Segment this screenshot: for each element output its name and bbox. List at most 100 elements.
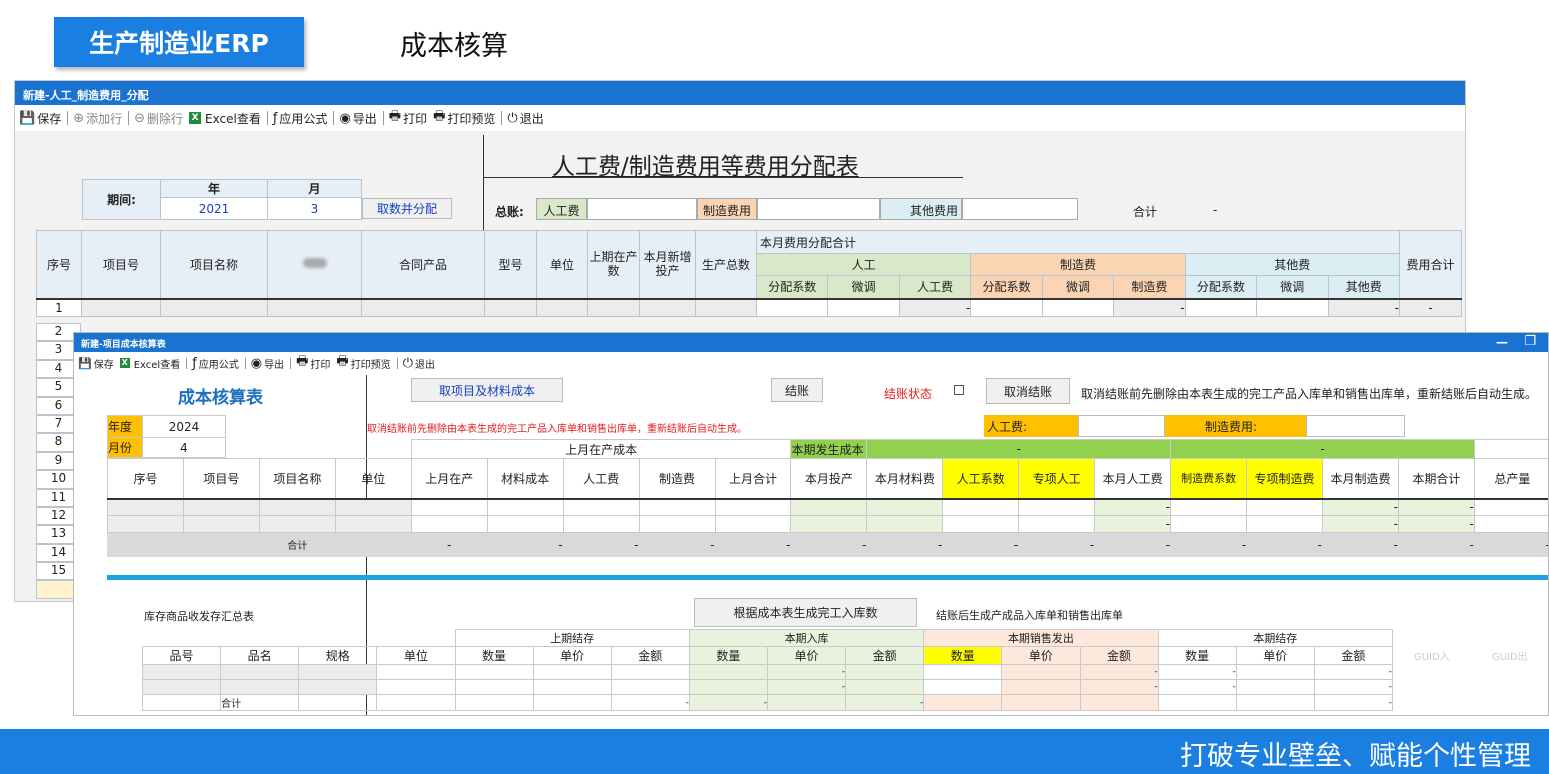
save-button[interactable]: 💾 保存 — [78, 356, 114, 371]
table-cell[interactable] — [298, 664, 378, 680]
minimize-icon[interactable]: — — [1496, 335, 1508, 349]
table-cell[interactable] — [1246, 515, 1323, 533]
table-cell[interactable] — [1473, 515, 1548, 533]
table-cell[interactable] — [639, 297, 696, 317]
table-cell[interactable] — [258, 515, 336, 533]
delete-row-button[interactable]: ⊖ 删除行 — [134, 110, 183, 127]
close-account-button[interactable]: 结账 — [771, 378, 823, 402]
table-cell[interactable] — [942, 515, 1020, 533]
restore-icon[interactable]: ❐ — [1524, 334, 1536, 349]
labor-field[interactable] — [587, 198, 697, 220]
generate-receipt-button[interactable]: 根据成本表生成完工入库数 — [694, 598, 917, 627]
table-cell[interactable] — [790, 498, 868, 516]
table-cell[interactable] — [638, 498, 716, 516]
export-button[interactable]: ◉ 导出 — [251, 356, 284, 371]
exit-button[interactable]: ⏻ 退出 — [507, 110, 543, 127]
table-cell[interactable] — [970, 297, 1043, 317]
table-cell[interactable] — [484, 297, 537, 317]
table-cell[interactable] — [755, 297, 829, 317]
print-preview-button[interactable]: 🖶 打印预览 — [433, 107, 495, 129]
table-cell[interactable] — [610, 679, 690, 695]
table-cell[interactable] — [1184, 297, 1258, 317]
table-cell[interactable] — [942, 498, 1020, 516]
table-cell[interactable] — [923, 679, 1003, 695]
table-cell[interactable] — [107, 498, 184, 516]
add-row-button[interactable]: ⊕ 添加行 — [73, 110, 122, 127]
table-cell[interactable] — [334, 498, 412, 516]
table-cell[interactable] — [532, 679, 612, 695]
export-button[interactable]: ◉ 导出 — [339, 110, 376, 127]
table-cell[interactable] — [827, 297, 900, 317]
table-cell[interactable] — [410, 515, 488, 533]
table-cell[interactable] — [845, 679, 925, 695]
apply-formula-button[interactable]: ƒ 应用公式 — [192, 356, 239, 371]
table-cell[interactable] — [587, 297, 640, 317]
table-cell[interactable] — [376, 664, 456, 680]
table-cell[interactable] — [486, 498, 564, 516]
mfg-field[interactable] — [757, 198, 880, 220]
labor-fee-field[interactable] — [1078, 415, 1165, 437]
table-cell[interactable] — [81, 297, 161, 317]
table-cell[interactable] — [1170, 515, 1248, 533]
table-cell[interactable] — [1256, 297, 1329, 317]
print-preview-button[interactable]: 🖶 打印预览 — [336, 352, 390, 374]
fetch-allocate-button[interactable]: 取数并分配 — [362, 198, 452, 219]
table-cell[interactable] — [267, 297, 362, 317]
table-cell[interactable] — [1170, 498, 1248, 516]
table-cell[interactable] — [220, 679, 300, 695]
table-cell[interactable] — [536, 297, 588, 317]
table-cell[interactable] — [1018, 498, 1096, 516]
table-cell[interactable] — [298, 679, 378, 695]
table-cell[interactable] — [845, 664, 925, 680]
table-cell[interactable] — [107, 515, 184, 533]
table-cell[interactable] — [454, 664, 534, 680]
mfg-fee-field[interactable] — [1306, 415, 1405, 437]
table-cell[interactable] — [410, 498, 488, 516]
table-cell[interactable] — [182, 498, 260, 516]
table-cell[interactable] — [695, 297, 757, 317]
table-cell[interactable] — [923, 664, 1003, 680]
table-cell[interactable] — [688, 664, 769, 680]
table-cell[interactable] — [714, 498, 792, 516]
table-cell[interactable] — [1473, 498, 1548, 516]
table-cell[interactable] — [610, 664, 690, 680]
cancel-close-button[interactable]: 取消结账 — [986, 378, 1070, 404]
apply-formula-button[interactable]: ƒ 应用公式 — [273, 110, 328, 127]
table-cell[interactable] — [562, 515, 640, 533]
close-state-checkbox[interactable] — [954, 385, 964, 395]
table-cell[interactable] — [790, 515, 868, 533]
table-cell[interactable] — [361, 297, 485, 317]
table-cell[interactable] — [141, 679, 222, 695]
table-cell[interactable] — [638, 515, 716, 533]
year-field[interactable]: 2021 — [160, 197, 268, 220]
table-cell[interactable] — [1001, 679, 1081, 695]
table-cell[interactable] — [562, 498, 640, 516]
table-cell[interactable] — [334, 515, 412, 533]
year-field[interactable]: 2024 — [142, 415, 226, 438]
table-cell[interactable] — [1235, 664, 1315, 680]
table-cell[interactable] — [1001, 664, 1081, 680]
table-cell[interactable] — [688, 679, 769, 695]
excel-view-button[interactable]: X Excel查看 — [119, 356, 180, 371]
excel-view-button[interactable]: X Excel查看 — [189, 110, 261, 127]
fetch-cost-button[interactable]: 取项目及材料成本 — [411, 378, 563, 402]
print-button[interactable]: 🖶 打印 — [296, 352, 330, 374]
table-cell[interactable] — [182, 515, 260, 533]
table-cell[interactable] — [1018, 515, 1096, 533]
table-cell[interactable] — [376, 679, 456, 695]
table-cell[interactable] — [1235, 679, 1315, 695]
table-cell[interactable] — [160, 297, 268, 317]
table-cell[interactable] — [866, 515, 944, 533]
table-cell[interactable] — [1041, 297, 1115, 317]
table-cell[interactable] — [141, 664, 222, 680]
table-cell[interactable] — [1246, 498, 1323, 516]
month-field[interactable]: 3 — [267, 197, 362, 220]
save-button[interactable]: 💾 保存 — [19, 110, 61, 127]
exit-button[interactable]: ⏻ 退出 — [403, 356, 435, 371]
print-button[interactable]: 🖶 打印 — [389, 107, 427, 129]
table-cell[interactable] — [486, 515, 564, 533]
table-cell[interactable] — [866, 498, 944, 516]
table-cell[interactable] — [714, 515, 792, 533]
table-cell[interactable] — [454, 679, 534, 695]
table-cell[interactable] — [258, 498, 336, 516]
